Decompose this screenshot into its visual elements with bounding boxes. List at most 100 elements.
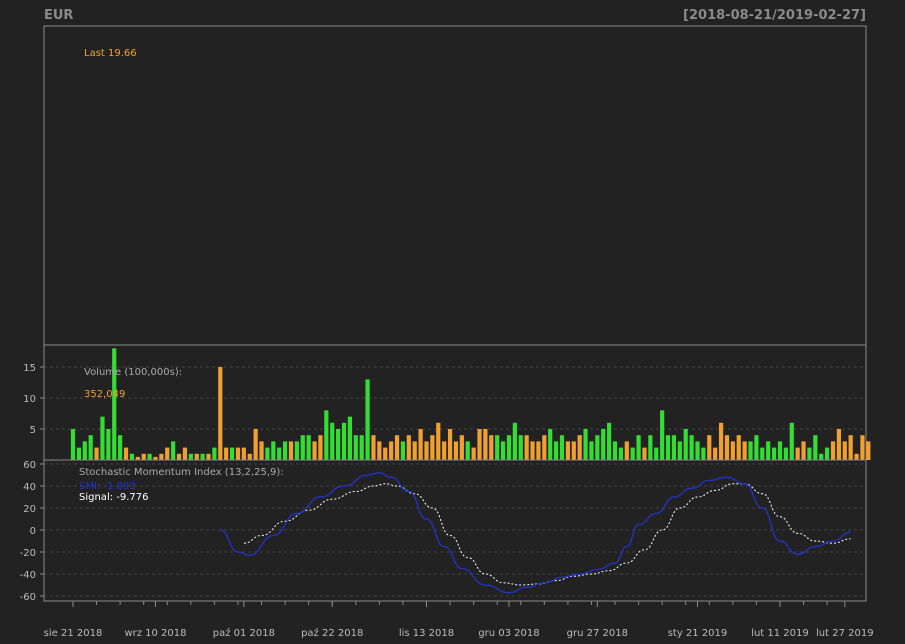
volume-bar [70,429,76,460]
volume-bar [76,447,81,460]
volume-bar [648,435,653,460]
volume-bar [683,429,688,460]
volume-bar [736,435,741,460]
volume-bar [689,435,694,460]
volume-last-value: 352,049 [84,389,125,400]
volume-bar [730,441,735,460]
volume-bar [353,435,358,460]
smi-value-label: SMI: -1.893 [79,481,136,492]
volume-ytick-label: 15 [23,363,36,374]
volume-bar [624,441,629,460]
volume-bar [807,447,812,460]
volume-bar [742,441,747,460]
volume-bar [200,453,205,460]
volume-bar [819,453,824,460]
volume-bar [389,441,394,460]
indicator-ytick-label: -60 [20,592,36,603]
smi-legend: Stochastic Momentum Index (13,2,25,9): [79,467,284,478]
volume-bar [530,441,535,460]
volume-bar [176,453,182,460]
volume-bar [695,441,700,460]
volume-bar [324,410,329,460]
volume-bar [147,453,152,460]
volume-bar [854,453,859,460]
volume-bar [129,453,135,460]
volume-bar [677,441,682,460]
volume-bar [394,435,400,460]
volume-bar [506,435,512,460]
volume-bar [241,447,246,460]
volume-bar [783,447,788,460]
indicator-ytick-label: -20 [20,548,36,559]
volume-bar [471,447,476,460]
indicator-ytick-label: -40 [20,570,36,581]
volume-bar [483,429,488,460]
volume-bar [265,447,270,460]
volume-bar [583,429,588,460]
volume-bar [518,435,523,460]
volume-bar [288,441,294,460]
volume-bar [447,429,453,460]
volume-bar [224,447,229,460]
volume-bar [212,447,217,460]
volume-bar [300,435,305,460]
volume-bar [748,441,753,460]
volume-bar [418,429,423,460]
volume-bar [777,441,783,460]
volume-bar [565,441,570,460]
financial-chart: EUR [2018-08-21/2019-02-27] 171819202122… [20,8,874,639]
volume-bar [171,441,176,460]
x-tick-label: gru 27 2018 [567,628,628,639]
volume-bar [347,416,352,460]
volume-bar [830,441,836,460]
volume-bar [459,435,464,460]
volume-bar [82,441,87,460]
volume-bar [436,422,441,460]
volume-bar [259,441,264,460]
volume-bar [630,447,635,460]
volume-bar [194,453,199,460]
volume-bar [724,435,730,460]
x-tick-label: wrz 10 2018 [124,628,186,639]
volume-bar [330,422,335,460]
volume-bar [306,435,311,460]
volume-bar [512,422,517,460]
volume-bar [94,447,99,460]
price-frame [43,25,867,346]
volume-bar [495,435,500,460]
volume-bar [294,441,299,460]
volume-bar [88,435,93,460]
x-tick-label: gru 03 2018 [478,628,539,639]
volume-bar [465,441,470,460]
volume-bar [671,435,677,460]
volume-bar [112,348,117,460]
volume-bar [813,435,818,460]
volume-bar [713,447,718,460]
volume-bar [318,435,323,460]
volume-bar [701,447,706,460]
volume-bar [188,453,193,460]
volume-bar [383,447,388,460]
volume-bar [118,435,123,460]
volume-bar [825,447,830,460]
volume-bar [559,435,565,460]
volume-bar [612,441,618,460]
indicator-ytick-label: 0 [30,526,36,537]
volume-bar [165,447,170,460]
volume-bar [654,447,659,460]
x-tick-label: paź 22 2018 [301,627,363,639]
volume-bar [766,441,771,460]
volume-bar [365,379,370,460]
volume-bar [500,441,506,460]
volume-bar [430,435,435,460]
volume-bar [123,447,129,460]
volume-bar [235,447,241,460]
volume-bar [277,447,282,460]
volume-bar [341,422,347,460]
volume-bar [271,441,276,460]
volume-bar [589,441,594,460]
volume-ytick-label: 10 [23,394,36,405]
symbol-title: EUR [44,8,73,23]
volume-bar [771,447,777,460]
volume-bar [406,435,411,460]
